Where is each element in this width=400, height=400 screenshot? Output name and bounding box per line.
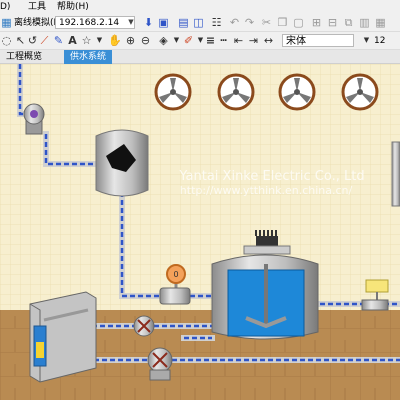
tab-project-overview[interactable]: 工程概览: [0, 50, 48, 64]
tab-bar: 工程概览 供水系统: [0, 50, 400, 64]
hand-tool-icon[interactable]: ✋: [108, 34, 122, 47]
line-width-icon[interactable]: ≡: [204, 34, 217, 47]
circle-tool-icon[interactable]: ◌: [0, 34, 13, 47]
download-icon[interactable]: ⬇: [142, 16, 155, 29]
settings-icon[interactable]: ☷: [210, 16, 223, 29]
undo-icon[interactable]: ↶: [228, 16, 241, 29]
ventilation-fan: [154, 73, 192, 111]
edge-tank: [391, 141, 400, 207]
scada-canvas: 0 Yantai Xinke Electric Co., Ltd http://: [0, 64, 400, 400]
ip-dropdown-icon[interactable]: ▼: [127, 16, 135, 29]
zoom-out-icon[interactable]: ⊖: [139, 34, 152, 47]
layer-icon[interactable]: ▥: [358, 16, 371, 29]
simulate-icon[interactable]: ▦: [0, 16, 13, 29]
arrow-start-icon[interactable]: ⇤: [232, 34, 245, 47]
shape-tool-icon[interactable]: ☆: [80, 34, 93, 47]
font-size-field[interactable]: 12: [374, 34, 385, 48]
watermark-company: Yantai Xinke Electric Co., Ltd: [178, 169, 364, 184]
line-style-icon[interactable]: ┅: [217, 34, 230, 47]
font-name-field[interactable]: 宋体: [282, 34, 354, 47]
ventilation-fan: [217, 73, 255, 111]
menu-bar: D) 工具 帮助(H): [0, 0, 400, 14]
tab-water-supply[interactable]: 供水系统: [64, 50, 113, 64]
ip-address-field[interactable]: 192.168.2.14: [55, 16, 135, 29]
paste-icon[interactable]: ▢: [292, 16, 305, 29]
drawing-toolbar: ◌ ↖ ↺ ⟋ ✎ A ☆ ▼ ✋ ⊕ ⊖ ◈ ▼ ✐ ▼ ≡ ┅ ⇤ ⇥ ↔ …: [0, 32, 400, 50]
screen-icon[interactable]: ◫: [192, 16, 205, 29]
menu-item-help[interactable]: 帮助(H): [57, 0, 89, 14]
cut-icon[interactable]: ✂: [260, 16, 273, 29]
pen-tool-icon[interactable]: ✎: [52, 34, 65, 47]
lock-icon[interactable]: ▦: [374, 16, 387, 29]
flow-meter: [159, 287, 191, 305]
centrifugal-pump-1: [133, 315, 155, 337]
arrow-end-icon[interactable]: ⇥: [247, 34, 260, 47]
redo-icon[interactable]: ↷: [243, 16, 256, 29]
main-toolbar: ▦ 离线模拟(F6) 192.168.2.14 ▼ ⬇ ▣ ▤ ◫ ☷ ↶ ↷ …: [0, 14, 400, 32]
upload-icon[interactable]: ▣: [157, 16, 170, 29]
circulation-pump: [23, 103, 45, 135]
shape-dropdown-icon[interactable]: ▼: [93, 34, 106, 47]
align-icon[interactable]: ⧉: [342, 16, 355, 29]
gauge-value: 0: [173, 270, 178, 279]
menu-item-tools[interactable]: 工具: [28, 0, 46, 14]
watermark-url: http://www.ytthink.en.china.cn/: [180, 184, 353, 197]
monitor-icon[interactable]: ▤: [177, 16, 190, 29]
copy-icon[interactable]: ❐: [276, 16, 289, 29]
menu-item-partial[interactable]: D): [0, 0, 10, 14]
fill-color-icon[interactable]: ◈: [157, 34, 170, 47]
centrifugal-pump-2: [147, 347, 173, 381]
line-tool-icon[interactable]: ⟋: [38, 34, 51, 47]
arrow-both-icon[interactable]: ↔: [262, 34, 275, 47]
group-icon[interactable]: ⊞: [310, 16, 323, 29]
text-tool-icon[interactable]: A: [66, 34, 79, 47]
font-dropdown-icon[interactable]: ▼: [360, 34, 373, 47]
ventilation-fan: [278, 73, 316, 111]
pressure-tank: [95, 129, 149, 197]
control-cabinet: [29, 291, 97, 383]
zoom-in-icon[interactable]: ⊕: [124, 34, 137, 47]
ventilation-fan: [341, 73, 379, 111]
ungroup-icon[interactable]: ⊟: [326, 16, 339, 29]
